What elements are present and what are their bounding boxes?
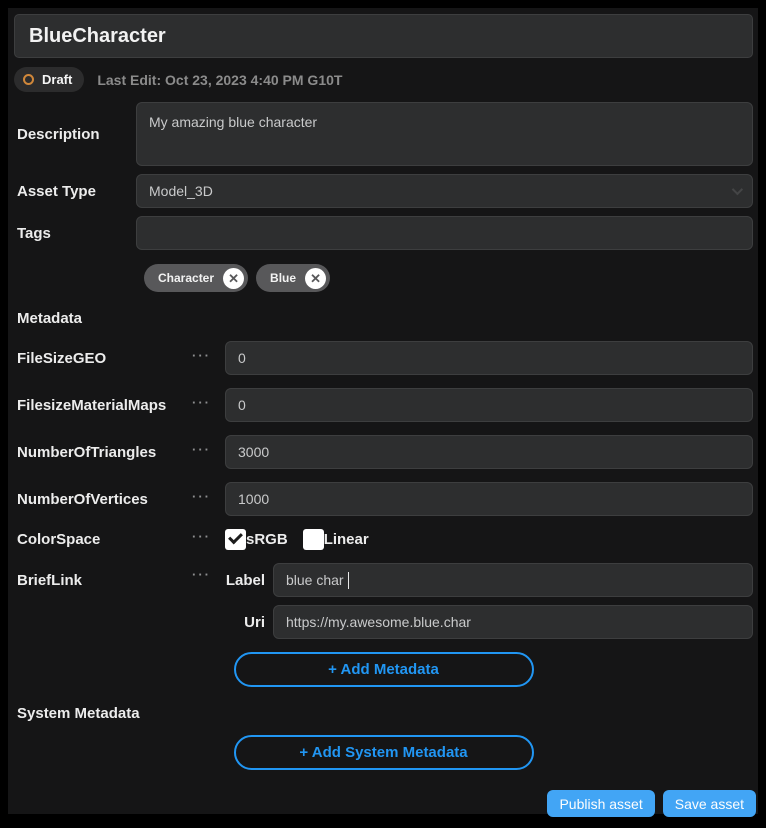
remove-tag-icon[interactable]: ✕ [223, 268, 244, 289]
metadata-section-title: Metadata [14, 310, 753, 327]
tags-input[interactable] [136, 216, 753, 250]
tag-chips: Character ✕ Blue ✕ [144, 264, 753, 292]
tag-chip: Character ✕ [144, 264, 248, 292]
metadata-key-label: NumberOfVertices [14, 491, 192, 508]
description-label: Description [14, 126, 136, 143]
asset-type-label: Asset Type [14, 183, 136, 200]
status-badge: Draft [14, 67, 84, 92]
tags-label: Tags [14, 225, 136, 242]
asset-type-select[interactable]: Model_3D [136, 174, 753, 208]
add-system-metadata-button[interactable]: + Add System Metadata [234, 735, 534, 770]
metadata-key-label: NumberOfTriangles [14, 444, 192, 461]
metadata-row-numberoftriangles: NumberOfTriangles ··· [14, 435, 753, 469]
footer-actions: Publish asset Save asset [547, 790, 756, 817]
description-input[interactable]: My amazing blue character [136, 102, 753, 166]
chevron-down-icon [732, 184, 743, 195]
add-metadata-button[interactable]: + Add Metadata [234, 652, 534, 687]
save-asset-button[interactable]: Save asset [663, 790, 756, 817]
tag-chip-label: Blue [270, 271, 296, 285]
system-metadata-section-title: System Metadata [14, 705, 753, 722]
asset-type-row: Asset Type Model_3D [14, 174, 753, 208]
status-label: Draft [42, 72, 72, 87]
metadata-value-input[interactable] [225, 482, 753, 516]
brieflink-label-row: Label blue char [225, 563, 753, 597]
srgb-checkbox[interactable] [225, 529, 246, 550]
brieflink-label-value: blue char [286, 572, 344, 588]
metadata-row-filesizematerialmaps: FilesizeMaterialMaps ··· [14, 388, 753, 422]
publish-asset-button[interactable]: Publish asset [547, 790, 654, 817]
description-row: Description My amazing blue character [14, 102, 753, 166]
asset-type-value: Model_3D [149, 183, 213, 199]
metadata-row-filesizegeo: FileSizeGEO ··· [14, 341, 753, 375]
brieflink-label-input[interactable]: blue char [273, 563, 753, 597]
metadata-key-label: FileSizeGEO [14, 350, 192, 367]
last-edit-text: Last Edit: Oct 23, 2023 4:40 PM G10T [97, 72, 342, 88]
tag-chip: Blue ✕ [256, 264, 330, 292]
metadata-value-input[interactable] [225, 341, 753, 375]
metadata-row-colorspace: ColorSpace ··· sRGB Linear [14, 529, 753, 550]
asset-name-input[interactable] [14, 14, 753, 58]
srgb-checkbox-label: sRGB [246, 531, 288, 548]
row-options-icon[interactable]: ··· [192, 529, 211, 544]
brieflink-uri-row: Uri [225, 605, 753, 639]
metadata-value-input[interactable] [225, 388, 753, 422]
tags-row: Tags [14, 216, 753, 250]
row-options-icon[interactable]: ··· [192, 567, 211, 582]
row-options-icon[interactable]: ··· [192, 395, 211, 410]
colorspace-options: sRGB Linear [225, 529, 384, 550]
metadata-value-input[interactable] [225, 435, 753, 469]
row-options-icon[interactable]: ··· [192, 489, 211, 504]
asset-editor-panel: Draft Last Edit: Oct 23, 2023 4:40 PM G1… [8, 8, 758, 814]
brieflink-uri-input[interactable] [273, 605, 753, 639]
metadata-key-label: FilesizeMaterialMaps [14, 397, 192, 414]
remove-tag-icon[interactable]: ✕ [305, 268, 326, 289]
metadata-key-label: BriefLink [14, 572, 192, 589]
metadata-row-numberofvertices: NumberOfVertices ··· [14, 482, 753, 516]
linear-checkbox[interactable] [303, 529, 324, 550]
metadata-row-brieflink: BriefLink ··· Label blue char Uri [14, 563, 753, 639]
brieflink-fields: Label blue char Uri [225, 563, 753, 639]
asset-editor: Draft Last Edit: Oct 23, 2023 4:40 PM G1… [0, 0, 766, 828]
draft-status-icon [23, 74, 34, 85]
row-options-icon[interactable]: ··· [192, 442, 211, 457]
metadata-key-label: ColorSpace [14, 531, 192, 548]
brieflink-uri-field-label: Uri [225, 614, 273, 631]
text-caret [348, 572, 350, 589]
linear-checkbox-label: Linear [324, 531, 369, 548]
status-row: Draft Last Edit: Oct 23, 2023 4:40 PM G1… [14, 67, 753, 92]
brieflink-label-field-label: Label [225, 572, 273, 589]
row-options-icon[interactable]: ··· [192, 348, 211, 363]
tag-chip-label: Character [158, 271, 214, 285]
